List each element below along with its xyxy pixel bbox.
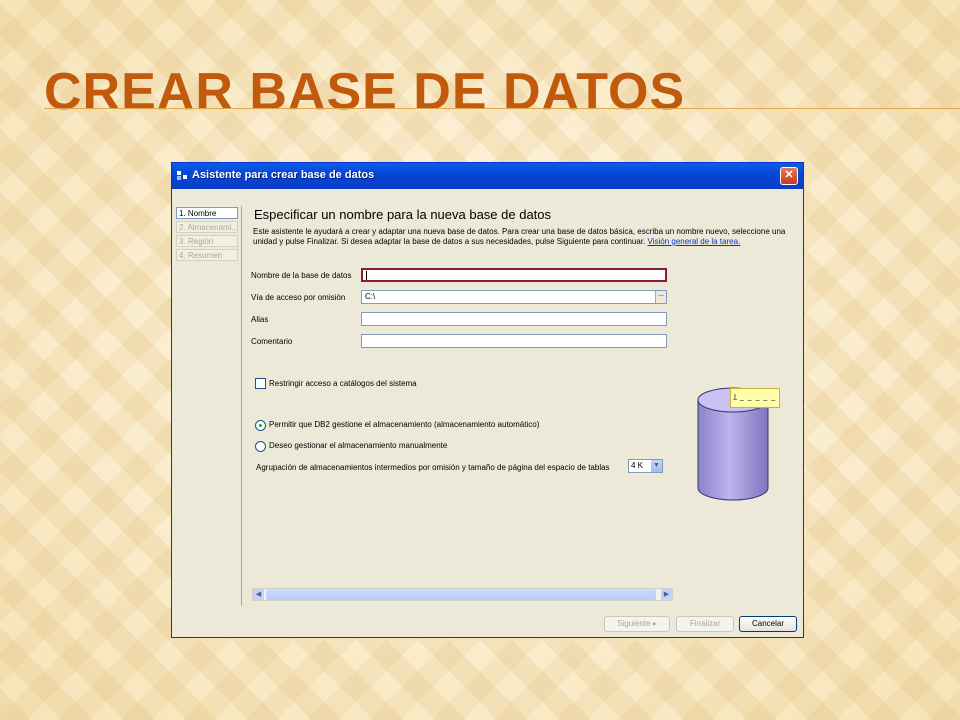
default-path-value: C:\ <box>365 292 376 301</box>
database-tooltip: I̲ _ _ _ _ _ <box>730 388 780 408</box>
wizard-window: Asistente para crear base de datos ✕ 1. … <box>171 162 804 638</box>
chevron-down-icon[interactable]: ▼ <box>651 460 662 472</box>
sidebar-item-region[interactable]: 3. Región <box>176 235 238 247</box>
alias-input[interactable] <box>361 312 667 326</box>
sidebar-item-almacenamiento[interactable]: 2. Almacenami... <box>176 221 238 233</box>
restrict-catalog-label[interactable]: Restringir acceso a catálogos del sistem… <box>269 379 417 388</box>
cancel-button[interactable]: Cancelar <box>739 616 797 632</box>
sidebar-item-nombre[interactable]: 1. Nombre <box>176 207 238 219</box>
default-path-input[interactable]: C:\... <box>361 290 667 304</box>
page-size-value: 4 K <box>631 461 644 470</box>
title-bar[interactable]: Asistente para crear base de datos ✕ <box>172 163 803 189</box>
task-overview-link[interactable]: Visión general de la tarea. <box>648 237 741 246</box>
title-underline <box>44 108 960 109</box>
comment-input[interactable] <box>361 334 667 348</box>
page-title: Especificar un nombre para la nueva base… <box>254 207 552 222</box>
close-icon[interactable]: ✕ <box>780 167 798 185</box>
app-icon <box>177 171 188 180</box>
window-title: Asistente para crear base de datos <box>192 169 375 181</box>
next-button[interactable]: Siguiente ▸ <box>604 616 670 632</box>
scroll-left-icon[interactable]: ◀ <box>253 589 264 600</box>
restrict-catalog-checkbox[interactable] <box>255 378 266 389</box>
wizard-buttons: Siguiente ▸ Finalizar Cancelar <box>172 609 803 637</box>
alias-label: Alias <box>251 315 269 324</box>
page-size-select[interactable]: 4 K ▼ <box>628 459 663 473</box>
browse-button[interactable]: ... <box>655 291 666 303</box>
horizontal-scrollbar[interactable]: ◀ ▶ <box>252 588 673 601</box>
slide-title: Crear base de datos <box>44 63 686 121</box>
manual-storage-label[interactable]: Deseo gestionar el almacenamiento manual… <box>269 441 447 450</box>
path-label: Vía de acceso por omisión <box>251 293 346 302</box>
intro-text: Este asistente le ayudará a crear y adap… <box>253 227 798 247</box>
wizard-content: Especificar un nombre para la nueva base… <box>243 206 798 606</box>
bufferpool-label: Agrupación de almacenamientos intermedio… <box>256 463 610 472</box>
scroll-right-icon[interactable]: ▶ <box>661 589 672 600</box>
name-label: Nombre de la base de datos <box>251 271 352 280</box>
database-name-input[interactable] <box>361 268 667 282</box>
scroll-thumb[interactable] <box>266 589 656 600</box>
wizard-steps: 1. Nombre 2. Almacenami... 3. Región 4. … <box>175 206 242 606</box>
auto-storage-radio[interactable] <box>255 420 266 431</box>
manual-storage-radio[interactable] <box>255 441 266 452</box>
finish-button[interactable]: Finalizar <box>676 616 734 632</box>
comment-label: Comentario <box>251 337 293 346</box>
auto-storage-label[interactable]: Permitir que DB2 gestione el almacenamie… <box>269 420 539 429</box>
text-caret <box>366 271 367 281</box>
sidebar-item-resumen[interactable]: 4. Resumen <box>176 249 238 261</box>
